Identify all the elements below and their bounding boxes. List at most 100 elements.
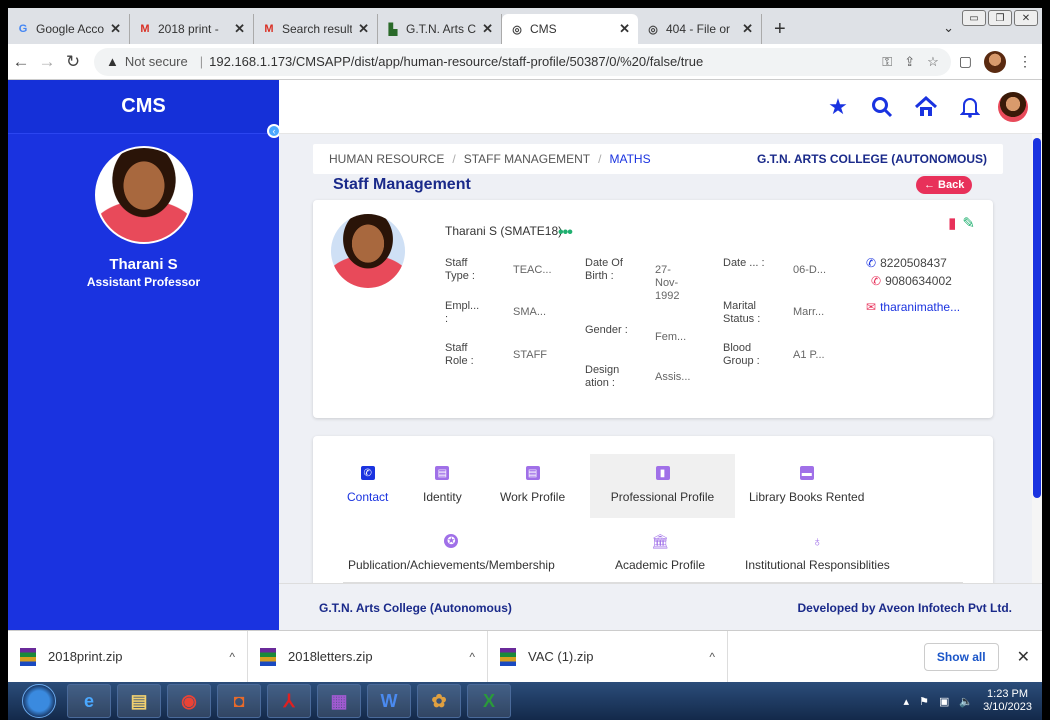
key-icon[interactable]: ⚿	[882, 54, 892, 70]
more-options-icon[interactable]: •••	[558, 224, 573, 242]
tray-expand-icon[interactable]: ▴	[904, 695, 910, 708]
profile-tabs-card: ✆ Contact ▤ Identity ▤ Work Profile ▮ Pr…	[313, 436, 993, 583]
sidebar-user-name: Tharani S	[109, 256, 178, 273]
close-tab-icon[interactable]: ✕	[110, 21, 121, 37]
forward-arrow-icon[interactable]: →	[34, 52, 60, 72]
maximize-icon[interactable]: ❐	[988, 10, 1012, 26]
volume-icon[interactable]: 🔈	[959, 695, 973, 708]
gmail-icon: M	[264, 23, 274, 35]
tab-google-account[interactable]: G Google Acco ✕	[8, 14, 130, 44]
notification-bell-icon[interactable]	[948, 87, 992, 127]
reload-icon[interactable]: ↻	[60, 52, 86, 72]
clock[interactable]: 1:23 PM 3/10/2023	[983, 688, 1032, 714]
tab-professional-profile[interactable]: ▮ Professional Profile	[590, 454, 735, 518]
flag-icon[interactable]: ⚑	[919, 695, 929, 708]
sidepanel-icon[interactable]: ▢	[959, 53, 972, 70]
scrollbar-thumb[interactable]	[1033, 138, 1041, 498]
favorites-star-icon[interactable]: ★	[816, 87, 860, 127]
start-button-icon[interactable]	[22, 684, 56, 718]
clock-date: 3/10/2023	[983, 701, 1032, 713]
app-brand[interactable]: CMS	[8, 80, 279, 134]
download-item[interactable]: 2018letters.zip ^	[248, 630, 488, 683]
tab-search-chevron-icon[interactable]: ⌄	[943, 20, 954, 36]
winrar-icon[interactable]: ▦	[317, 684, 361, 718]
tab-identity[interactable]: ▤ Identity	[423, 466, 462, 504]
mail-icon: ✉	[866, 300, 877, 314]
close-tab-icon[interactable]: ✕	[234, 21, 245, 37]
clock-time: 1:23 PM	[987, 688, 1029, 700]
file-explorer-icon[interactable]: ▤	[117, 684, 161, 718]
network-icon[interactable]: ▣	[939, 695, 949, 708]
tab-gtn-arts[interactable]: ▙ G.T.N. Arts C ✕	[378, 14, 502, 44]
phone-icon: ✆	[871, 274, 882, 288]
download-item[interactable]: 2018print.zip ^	[8, 630, 248, 683]
blood-group-label: Blood Group :	[723, 342, 760, 367]
bookmark-star-icon[interactable]: ☆	[927, 54, 939, 70]
home-icon[interactable]	[904, 87, 948, 127]
tab-label: Work Profile	[500, 490, 566, 504]
profile-actions: ▮ ✎	[948, 214, 975, 232]
excel-icon[interactable]: X	[467, 684, 511, 718]
email[interactable]: ✉ tharanimathe...	[866, 300, 960, 314]
employee-label: Empl... :	[445, 300, 480, 325]
tab-2018-print[interactable]: M 2018 print - ✕	[130, 14, 254, 44]
breadcrumb-human-resource[interactable]: HUMAN RESOURCE	[329, 152, 444, 166]
user-avatar[interactable]	[998, 91, 1028, 122]
minimize-icon[interactable]: ▭	[962, 10, 986, 26]
paint-icon[interactable]: ✿	[417, 684, 461, 718]
id-card-icon: ▤	[525, 466, 540, 480]
tab-label: Institutional Responsiblities	[745, 558, 890, 572]
close-tab-icon[interactable]: ✕	[619, 21, 630, 37]
pdf-document-icon[interactable]: ▮	[948, 214, 956, 232]
medal-icon: ✪	[444, 534, 459, 548]
share-icon[interactable]: ⇪	[904, 54, 915, 70]
tab-work-profile[interactable]: ▤ Work Profile	[500, 466, 565, 504]
new-tab-icon[interactable]: +	[762, 14, 798, 44]
acrobat-icon[interactable]: ⅄	[267, 684, 311, 718]
back-arrow-icon[interactable]: ←	[8, 52, 34, 72]
close-window-icon[interactable]: ✕	[1014, 10, 1038, 26]
close-download-bar-icon[interactable]: ✕	[1017, 647, 1030, 667]
ie-icon[interactable]: e	[67, 684, 111, 718]
chevron-up-icon[interactable]: ^	[709, 650, 715, 664]
designation-value: Assis...	[655, 371, 691, 383]
word-icon[interactable]: W	[367, 684, 411, 718]
url-separator: |	[199, 54, 204, 69]
designation-label: Design ation :	[585, 364, 620, 389]
tab-search-results[interactable]: M Search result ✕	[254, 14, 378, 44]
menu-kebab-icon[interactable]: ⋮	[1018, 53, 1032, 70]
profile-avatar-icon[interactable]	[984, 50, 1006, 73]
url-field[interactable]: ▲ Not secure | 192.168.1.173/CMSAPP/dist…	[94, 47, 951, 76]
edit-pencil-icon[interactable]: ✎	[962, 214, 975, 232]
tab-404[interactable]: ◎ 404 - File or ✕	[638, 14, 762, 44]
chevron-up-icon[interactable]: ^	[229, 650, 235, 664]
breadcrumb-separator: /	[452, 152, 456, 166]
close-tab-icon[interactable]: ✕	[358, 21, 369, 37]
tab-library-books[interactable]: ▬ Library Books Rented	[749, 466, 864, 504]
close-tab-icon[interactable]: ✕	[742, 21, 753, 37]
institution-icon: 🏛	[651, 532, 669, 549]
search-icon[interactable]	[860, 87, 904, 127]
marital-status-label: Marital Status :	[723, 300, 761, 325]
tab-publications[interactable]: ✪ Publication/Achievements/Membership	[348, 534, 555, 572]
close-tab-icon[interactable]: ✕	[482, 21, 493, 37]
tab-academic-profile[interactable]: 🏛 Academic Profile	[615, 532, 705, 573]
tab-contact[interactable]: ✆ Contact	[347, 466, 388, 504]
date-label: Date ... :	[723, 257, 765, 269]
tab-label: 2018 print -	[158, 22, 219, 36]
phone-1: ✆ 8220508437	[866, 256, 947, 270]
chrome-icon[interactable]: ◉	[167, 684, 211, 718]
window-controls: ▭ ❐ ✕	[962, 10, 1038, 26]
breadcrumb: HUMAN RESOURCE / STAFF MANAGEMENT / MATH…	[313, 144, 1003, 174]
breadcrumb-staff-management[interactable]: STAFF MANAGEMENT	[464, 152, 590, 166]
page-scrollbar[interactable]	[1032, 134, 1042, 583]
show-all-button[interactable]: Show all	[923, 642, 999, 671]
chevron-up-icon[interactable]: ^	[469, 650, 475, 664]
tab-institutional-responsibilities[interactable]: ♁ Institutional Responsiblities	[745, 533, 890, 572]
footer-developer: Developed by Aveon Infotech Pvt Ltd.	[797, 600, 1012, 615]
outlook-icon[interactable]: ◘	[217, 684, 261, 718]
download-item[interactable]: VAC (1).zip ^	[488, 630, 728, 683]
back-button[interactable]: ← Back	[916, 176, 973, 194]
download-filename: 2018print.zip	[48, 649, 123, 664]
tab-cms[interactable]: ◎ CMS ✕	[502, 14, 638, 44]
